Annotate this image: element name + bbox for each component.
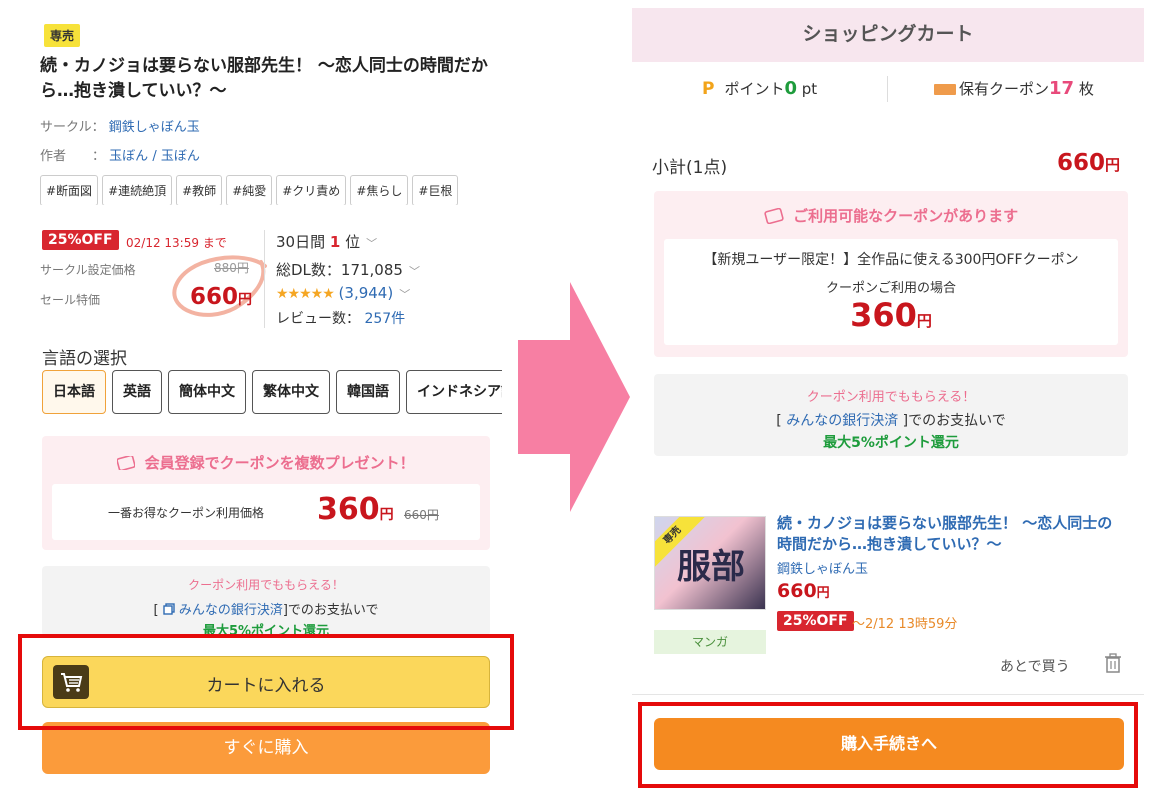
item-price: 660円: [777, 580, 830, 602]
download-count[interactable]: 総DL数：171,085 ﹀: [276, 259, 420, 280]
rating-count: (3,944): [338, 284, 394, 302]
chevron-down-icon: ﹀: [408, 265, 420, 278]
product-title: 続・カノジョは要らない服部先生！ 〜恋人同士の時間だから…抱き潰していい？〜: [40, 56, 488, 101]
language-selector: 日本語英語簡体中文繁体中文韓国語インドネシア語: [42, 370, 502, 416]
sale-price: 660円: [190, 284, 253, 310]
item-thumbnail[interactable]: 専売 服部: [654, 516, 766, 610]
tag-chip[interactable]: #巨根: [412, 175, 459, 205]
divider: [264, 230, 265, 328]
ranking[interactable]: 30日間 1 位 ﹀: [276, 231, 377, 252]
external-link-icon: [162, 603, 175, 615]
cover-title-text: 服部: [677, 547, 745, 587]
coupon-name: 【新規ユーザー限定！】全作品に使える300円OFFクーポン: [703, 252, 1079, 268]
coupon-ticket-icon: [764, 207, 784, 225]
bank-payment-link[interactable]: みんなの銀行決済: [179, 603, 283, 618]
language-option-indonesian[interactable]: インドネシア語: [406, 370, 502, 414]
category-badge: マンガ: [654, 630, 766, 654]
trash-icon[interactable]: [1104, 652, 1122, 674]
tag-chip[interactable]: #クリ責め: [276, 175, 347, 205]
author-label: 作者 ：: [40, 149, 106, 164]
available-coupon-box: ご利用可能なクーポンがあります 【新規ユーザー限定！】全作品に使える300円OF…: [654, 191, 1128, 357]
item-title-link[interactable]: 続・カノジョは要らない服部先生！ 〜恋人同士の時間だから…抱き潰していい？〜: [777, 513, 1117, 555]
review-count-row: レビュー数： 257件: [276, 308, 405, 328]
cart-header: ショッピングカート: [632, 8, 1144, 62]
best-coupon-price: 一番お得なクーポン利用価格 360円 660円: [52, 484, 480, 540]
next-arrow: [518, 282, 630, 512]
tag-chip[interactable]: #純愛: [226, 175, 273, 205]
bank-payment-promo: クーポン利用でももらえる！ [ みんなの銀行決済 ]でのお支払いで 最大5%ポイ…: [654, 374, 1128, 456]
chevron-down-icon: ﹀: [399, 288, 411, 301]
author-link[interactable]: 玉ぼん: [161, 149, 200, 164]
best-price-label: 一番お得なクーポン利用価格: [108, 506, 265, 520]
rating[interactable]: ★★★★★ (3,944) ﹀: [276, 284, 410, 302]
circle-label: サークル：: [40, 120, 105, 135]
review-label: レビュー数：: [276, 311, 360, 327]
coupon-card[interactable]: 【新規ユーザー限定！】全作品に使える300円OFFクーポン クーポンご利用の場合…: [664, 239, 1118, 345]
review-count-link[interactable]: 257件: [364, 311, 405, 327]
bank-promo-line: [ みんなの銀行決済]でのお支払いで: [153, 603, 379, 618]
circle-row: サークル： 鋼鉄しゃぼん玉: [40, 116, 200, 135]
language-option-english[interactable]: 英語: [112, 370, 162, 414]
discount-badge: 25%OFF: [42, 230, 119, 250]
divider: [632, 694, 1144, 695]
circle-link[interactable]: 鋼鉄しゃぼん玉: [109, 120, 200, 135]
highlight-frame: [18, 634, 514, 730]
product-page-panel: 専売 続・カノジョは要らない服部先生！ 〜恋人同士の時間だから…抱き潰していい？…: [0, 0, 520, 800]
shopping-cart-panel: ショッピングカート P ポイント0 pt 保有クーポン17 枚 小計(1点) 66…: [632, 8, 1144, 798]
best-price-original: 660円: [404, 508, 439, 522]
coupon-promo-heading[interactable]: 会員登録でクーポンを複数プレゼント！: [42, 452, 490, 473]
member-coupon-promo: 会員登録でクーポンを複数プレゼント！ 一番お得なクーポン利用価格 360円 66…: [42, 436, 490, 550]
best-price: 360円: [317, 492, 394, 527]
owned-coupons[interactable]: 保有クーポン17 枚: [934, 78, 1094, 99]
tag-chip[interactable]: #断面図: [40, 175, 99, 205]
buy-later-button[interactable]: あとで買う: [1000, 656, 1070, 676]
points-icon: P: [702, 79, 715, 99]
bank-payment-link[interactable]: みんなの銀行決済: [786, 413, 898, 429]
coupon-price: 360円: [850, 296, 932, 334]
language-option-japanese[interactable]: 日本語: [42, 370, 106, 414]
coupon-price-label: クーポンご利用の場合: [825, 281, 956, 296]
coupon-available-heading[interactable]: ご利用可能なクーポンがあります: [654, 205, 1128, 226]
subtotal-label: 小計(1点): [652, 158, 728, 178]
language-option-traditional-chinese[interactable]: 繁体中文: [252, 370, 330, 414]
author-link[interactable]: 玉ぼん: [109, 149, 148, 164]
tag-chip[interactable]: #焦らし: [350, 175, 409, 205]
bank-promo-reward: 最大5%ポイント還元: [823, 435, 959, 451]
star-rating-icon: ★★★★★: [276, 286, 335, 302]
chevron-down-icon: ﹀: [366, 237, 378, 250]
divider: [887, 76, 888, 102]
language-option-simplified-chinese[interactable]: 簡体中文: [168, 370, 246, 414]
coupon-ticket-icon: [116, 454, 137, 472]
author-separator: /: [152, 149, 161, 164]
language-section-title: 言語の選択: [42, 349, 127, 369]
tag-list: #断面図 #連続絶頂 #教師 #純愛 #クリ責め #焦らし #巨根: [40, 175, 502, 205]
item-discount-badge: 25%OFF: [777, 611, 854, 631]
language-option-korean[interactable]: 韓国語: [336, 370, 400, 414]
bank-promo-note: クーポン利用でももらえる！: [188, 578, 344, 592]
bank-promo-note: クーポン利用でももらえる！: [806, 390, 976, 405]
points-balance: P ポイント0 pt: [702, 78, 818, 99]
highlight-frame: [638, 702, 1138, 788]
tag-chip[interactable]: #連続絶頂: [102, 175, 173, 205]
coupon-ticket-icon: [934, 84, 956, 95]
tag-chip[interactable]: #教師: [176, 175, 223, 205]
item-discount-deadline: 〜2/12 13時59分: [852, 617, 958, 632]
subtotal-amount: 660円: [1056, 150, 1120, 176]
bank-promo-line: [ みんなの銀行決済 ]でのお支払いで: [776, 413, 1006, 429]
sale-price-label: セール特価: [40, 293, 101, 307]
exclusive-badge: 専売: [44, 24, 81, 47]
author-row: 作者 ： 玉ぼん / 玉ぼん: [40, 145, 200, 164]
item-circle-link[interactable]: 鋼鉄しゃぼん玉: [777, 558, 868, 577]
circle-price-label: サークル設定価格: [40, 263, 136, 277]
bank-payment-promo: クーポン利用でももらえる！ [ みんなの銀行決済]でのお支払いで 最大5%ポイン…: [42, 566, 490, 639]
